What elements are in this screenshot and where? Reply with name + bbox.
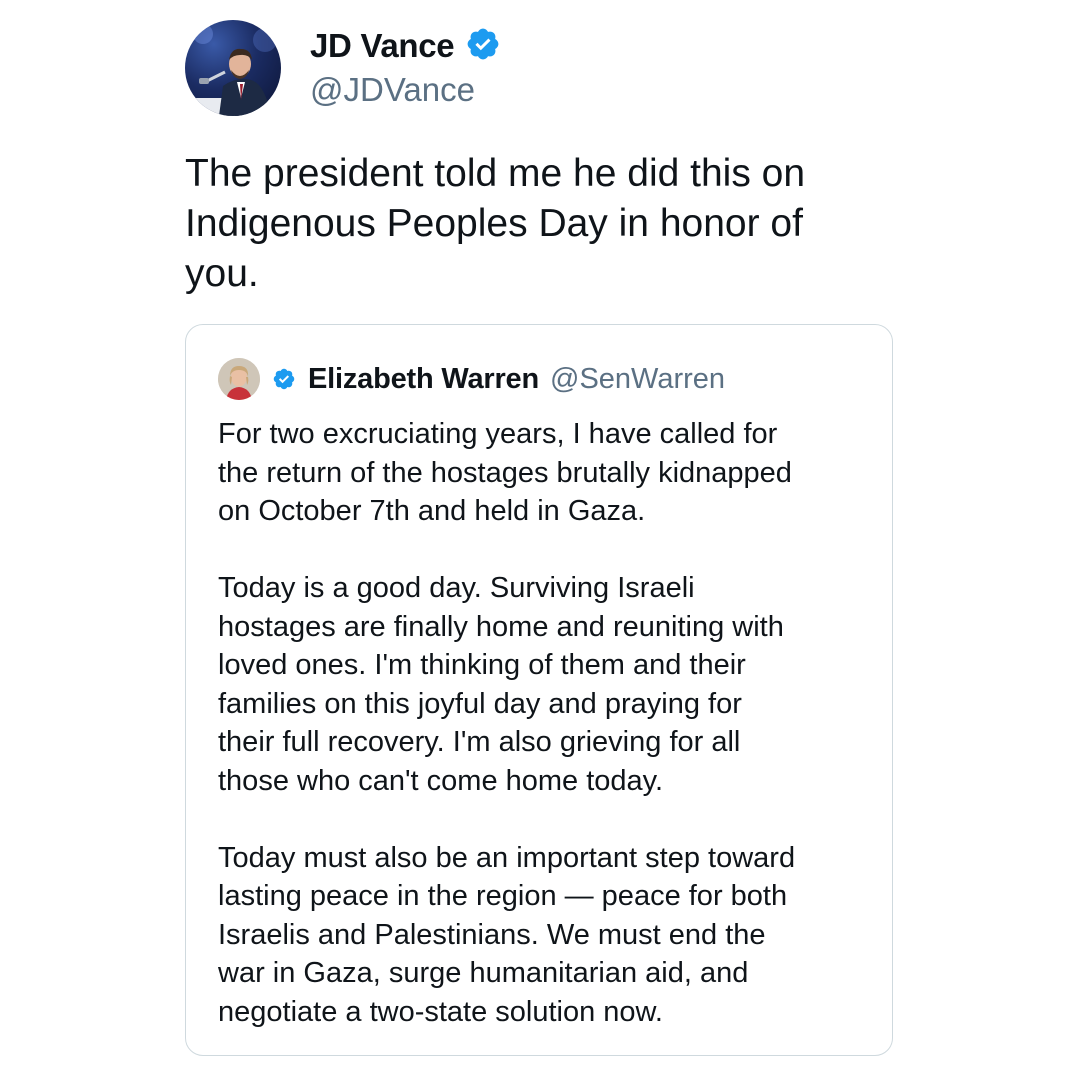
quoted-paragraph: Today is a good day. Surviving Israeli h…	[218, 572, 784, 797]
profile-photo-icon	[218, 358, 260, 400]
profile-photo-icon	[193, 24, 277, 116]
quoted-handle[interactable]: @SenWarren	[550, 363, 725, 396]
tweet-header: JD Vance @JDVance	[185, 18, 895, 118]
verified-badge-icon	[465, 26, 501, 62]
quoted-paragraph: For two excruciating years, I have calle…	[218, 418, 792, 527]
handle[interactable]: @JDVance	[310, 70, 501, 110]
verified-badge-icon	[272, 367, 296, 391]
quoted-tweet-header: Elizabeth Warren @SenWarren	[218, 357, 725, 401]
quoted-tweet[interactable]: Elizabeth Warren @SenWarren For two excr…	[185, 324, 893, 1056]
quoted-display-name[interactable]: Elizabeth Warren	[308, 363, 539, 396]
quoted-tweet-text: For two excruciating years, I have calle…	[218, 415, 868, 1031]
author-names: JD Vance @JDVance	[310, 26, 501, 110]
display-name[interactable]: JD Vance	[310, 26, 455, 66]
tweet: JD Vance @JDVance The president told me …	[185, 18, 895, 299]
quoted-avatar[interactable]	[218, 358, 260, 400]
tweet-text: The president told me he did this on Ind…	[185, 152, 806, 295]
avatar[interactable]	[185, 20, 281, 116]
quoted-paragraph: Today must also be an important step tow…	[218, 841, 796, 1028]
